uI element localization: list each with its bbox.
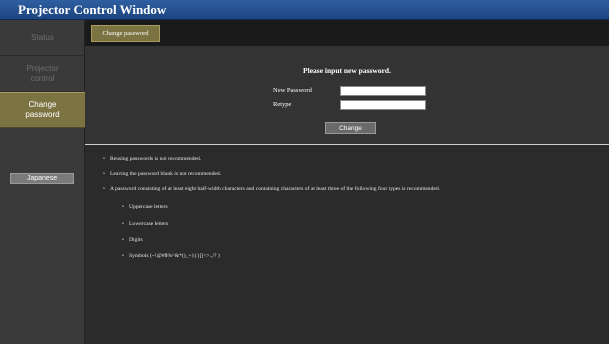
note-item: • Leaving the password blank is not recom… xyxy=(103,171,222,177)
bullet-icon: • xyxy=(122,253,124,259)
password-notes: • Reusing passwords is not recommended. •… xyxy=(85,145,609,344)
form-heading: Please input new password. xyxy=(303,66,391,75)
sidebar-item-label: Projector control xyxy=(26,63,59,83)
change-button-label: Change xyxy=(339,124,362,132)
sidebar-item-label: Status xyxy=(31,32,54,42)
bullet-icon: • xyxy=(122,237,124,243)
bullet-icon: • xyxy=(103,156,105,162)
sidebar: Status Projector control Change password… xyxy=(0,20,85,344)
language-button[interactable]: Japanese xyxy=(10,173,74,184)
window-title-bar: Projector Control Window xyxy=(0,0,609,20)
retype-label: Retype xyxy=(273,101,292,108)
sidebar-item-projector-control[interactable]: Projector control xyxy=(0,56,85,92)
new-password-field[interactable] xyxy=(340,86,426,96)
sidebar-item-change-password[interactable]: Change password xyxy=(0,92,85,128)
password-type-item: • Digits xyxy=(122,237,143,243)
window-title: Projector Control Window xyxy=(18,2,167,17)
password-type-item: • Lowercase letters xyxy=(122,221,169,227)
change-button[interactable]: Change xyxy=(325,122,376,134)
language-button-label: Japanese xyxy=(26,175,58,182)
note-item: • A password consisting of at least eight… xyxy=(103,186,441,192)
change-password-form: Please input new password. New Password … xyxy=(85,46,609,144)
password-type-item: • Symbols (~!@#$%^&*()_+|\{}[]<>.,/? ) xyxy=(122,253,220,259)
bullet-icon: • xyxy=(103,171,105,177)
sidebar-item-label: Change password xyxy=(25,100,60,119)
password-type-item: • Uppercase letters xyxy=(122,204,168,210)
bullet-icon: • xyxy=(122,204,124,210)
new-password-label: New Password xyxy=(273,87,312,94)
bullet-icon: • xyxy=(103,186,105,192)
sidebar-item-status[interactable]: Status xyxy=(0,20,85,56)
note-item: • Reusing passwords is not recommended. xyxy=(103,156,202,162)
tab-bar: Change password xyxy=(85,20,609,46)
retype-password-field[interactable] xyxy=(340,100,426,110)
bullet-icon: • xyxy=(122,221,124,227)
tab-change-password[interactable]: Change password xyxy=(91,25,160,42)
tab-label: Change password xyxy=(102,30,149,37)
